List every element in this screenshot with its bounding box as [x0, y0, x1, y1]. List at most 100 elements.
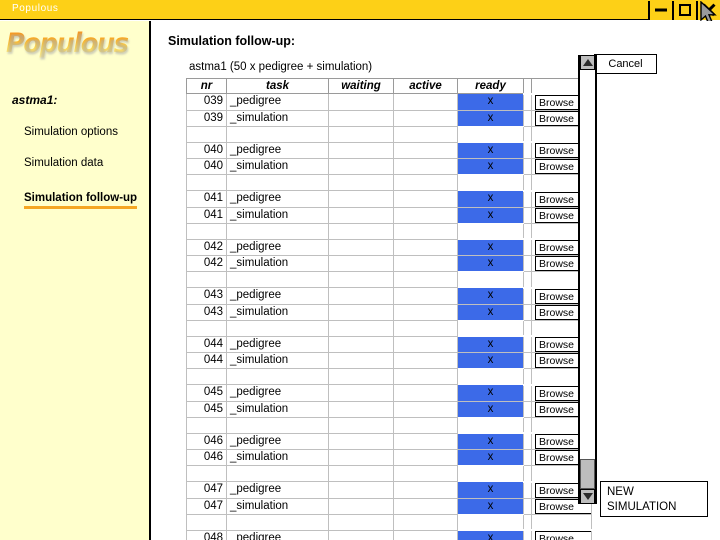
- maximize-button[interactable]: [672, 0, 696, 20]
- cell-task: _pedigree: [226, 384, 329, 402]
- cell-waiting: [328, 287, 394, 305]
- cell-waiting: [328, 93, 394, 111]
- cell-ready: x: [457, 287, 524, 305]
- cell-waiting: [328, 335, 394, 353]
- cell-active: [393, 335, 458, 353]
- sidebar-item-simulation-follow-up[interactable]: Simulation follow-up: [24, 192, 138, 209]
- table-row: 044 _simulation x Browse: [186, 352, 592, 369]
- cancel-button[interactable]: Cancel: [594, 54, 657, 74]
- cell-nr: 046: [186, 432, 227, 450]
- cell-actions: Browse: [531, 529, 592, 540]
- table-row: 045 _pedigree x Browse: [186, 383, 592, 402]
- cell-spacer: [523, 335, 532, 353]
- new-simulation-line1: NEW: [607, 486, 634, 498]
- cell-active: [393, 384, 458, 402]
- sidebar-item-simulation-options[interactable]: Simulation options: [24, 126, 148, 138]
- cell-spacer: [523, 189, 532, 208]
- vertical-scrollbar[interactable]: [578, 55, 597, 504]
- cell-nr: 045: [186, 384, 227, 402]
- table-row: 043 _pedigree x Browse: [186, 286, 592, 305]
- column-header-waiting: waiting: [328, 78, 394, 94]
- cell-active: [393, 352, 458, 369]
- cell-active: [393, 303, 458, 321]
- cell-task: _pedigree: [226, 529, 329, 540]
- cell-spacer: [523, 383, 532, 402]
- browse-button[interactable]: Browse: [535, 531, 591, 540]
- simulation-table: nr task waiting active ready 039 _pedigre…: [186, 78, 592, 540]
- column-header-nr: nr: [186, 78, 227, 94]
- simulation-table-wrapper: nr task waiting active ready 039 _pedigre…: [186, 78, 592, 540]
- table-group-separator: [186, 416, 592, 434]
- table-row: 046 _simulation x Browse: [186, 449, 592, 466]
- cell-spacer: [523, 303, 532, 321]
- cell-active: [393, 481, 458, 499]
- column-header-spacer: [523, 78, 532, 94]
- chevron-down-icon: [582, 493, 593, 500]
- cell-waiting: [328, 400, 394, 418]
- cell-spacer: [523, 92, 532, 111]
- cell-nr: 041: [186, 190, 227, 208]
- cell-task: _pedigree: [226, 141, 329, 159]
- cell-spacer: [523, 400, 532, 418]
- cell-nr: 041: [186, 206, 227, 224]
- scroll-down-button[interactable]: [580, 489, 595, 504]
- minimize-button[interactable]: [648, 0, 672, 20]
- cell-waiting: [328, 449, 394, 466]
- main-content: Simulation follow-up: astma1 (50 x pedig…: [153, 21, 720, 540]
- cell-active: [393, 206, 458, 224]
- scrollbar-thumb[interactable]: [580, 459, 595, 489]
- sidebar-item-simulation-data[interactable]: Simulation data: [24, 157, 148, 169]
- cell-nr: 039: [186, 93, 227, 111]
- cell-task: _pedigree: [226, 93, 329, 111]
- cell-spacer: [523, 497, 532, 515]
- cell-waiting: [328, 384, 394, 402]
- cell-nr: 040: [186, 141, 227, 159]
- table-row: 045 _simulation x Browse: [186, 400, 592, 418]
- cell-task: _simulation: [226, 158, 329, 175]
- cell-spacer: [523, 238, 532, 256]
- cell-nr: 039: [186, 109, 227, 127]
- cell-waiting: [328, 352, 394, 369]
- sidebar: Populous astma1: Simulation options Simu…: [0, 21, 151, 540]
- table-group-separator: [186, 465, 592, 482]
- cell-spacer: [523, 109, 532, 127]
- close-button[interactable]: [696, 0, 720, 20]
- cell-waiting: [328, 432, 394, 450]
- table-body: 039 _pedigree x Browse 039 _simulation x Browse…: [186, 92, 592, 540]
- cell-task: _pedigree: [226, 287, 329, 305]
- project-label: astma1:: [12, 93, 58, 107]
- cell-active: [393, 287, 458, 305]
- table-row: 047 _simulation x Browse: [186, 497, 592, 515]
- window-title: Populous: [12, 3, 59, 14]
- cell-task: _simulation: [226, 400, 329, 418]
- cell-spacer: [523, 432, 532, 450]
- cell-nr: 047: [186, 481, 227, 499]
- scroll-up-button[interactable]: [580, 55, 595, 70]
- column-header-ready: ready: [457, 78, 524, 94]
- cell-waiting: [328, 529, 394, 540]
- table-row: 044 _pedigree x Browse: [186, 335, 592, 353]
- cell-nr: 040: [186, 158, 227, 175]
- cell-task: _simulation: [226, 109, 329, 127]
- cell-ready: x: [457, 400, 524, 418]
- cell-nr: 043: [186, 287, 227, 305]
- cell-waiting: [328, 206, 394, 224]
- cell-nr: 042: [186, 255, 227, 272]
- cell-ready: x: [457, 109, 524, 127]
- cell-task: _simulation: [226, 352, 329, 369]
- scrollbar-track[interactable]: [580, 70, 595, 489]
- sidebar-item-label: Simulation data: [24, 157, 104, 169]
- cell-active: [393, 93, 458, 111]
- table-group-separator: [186, 319, 592, 337]
- new-simulation-button[interactable]: NEW SIMULATION: [600, 481, 708, 517]
- cell-ready: x: [457, 432, 524, 450]
- cell-task: _simulation: [226, 255, 329, 272]
- cell-nr: 045: [186, 400, 227, 418]
- table-group-separator: [186, 271, 592, 288]
- cell-spacer: [523, 206, 532, 224]
- cell-spacer: [523, 352, 532, 369]
- simulation-subtitle: astma1 (50 x pedigree + simulation): [189, 61, 373, 73]
- cell-ready: x: [457, 497, 524, 515]
- cell-waiting: [328, 481, 394, 499]
- cell-active: [393, 449, 458, 466]
